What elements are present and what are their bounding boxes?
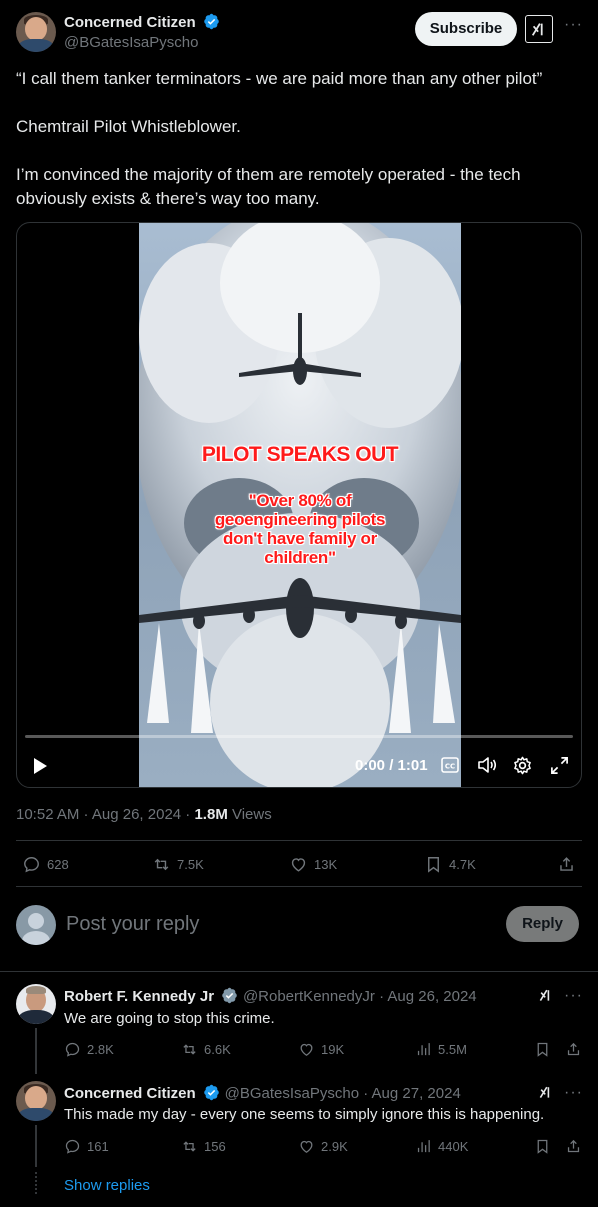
play-icon[interactable] xyxy=(31,757,49,775)
like-action[interactable]: 19K xyxy=(298,1041,344,1058)
verified-gray-badge-icon xyxy=(222,987,238,1004)
thread-dots xyxy=(35,1172,37,1194)
heart-icon xyxy=(300,1043,313,1056)
bookmark-action[interactable]: 4.7K xyxy=(424,855,476,874)
repost-icon xyxy=(183,1141,196,1152)
show-replies-link[interactable]: Show replies xyxy=(64,1177,150,1194)
reply-action[interactable]: 161 xyxy=(64,1138,109,1155)
views-count: 440K xyxy=(438,1139,469,1154)
divider xyxy=(16,886,582,887)
post-timestamp-row: 10:52 AM · Aug 26, 2024 · 1.8M Views xyxy=(16,806,272,823)
reply-action[interactable]: 628 xyxy=(22,855,69,874)
reply-author-name[interactable]: Robert F. Kennedy Jr xyxy=(64,988,214,1005)
author-name[interactable]: Concerned Citizen xyxy=(64,14,196,31)
author-avatar[interactable] xyxy=(16,12,56,52)
reply-avatar[interactable] xyxy=(16,984,56,1024)
share-icon[interactable] xyxy=(565,1138,582,1155)
reply-text: We are going to stop this crime. xyxy=(64,1010,275,1027)
reply-meta[interactable]: @RobertKennedyJr · Aug 26, 2024 xyxy=(243,988,477,1005)
reply-header: Concerned Citizen @BGatesIsaPyscho · Aug… xyxy=(64,1084,461,1103)
thread-line xyxy=(35,1028,37,1074)
reply-count: 2.8K xyxy=(87,1042,114,1057)
reply-action[interactable]: 2.8K xyxy=(64,1041,114,1058)
video-overlay-quote: "Over 80% of geoengineering pilots don't… xyxy=(214,491,386,567)
post-timestamp[interactable]: 10:52 AM · Aug 26, 2024 · xyxy=(16,806,194,823)
current-user-avatar[interactable] xyxy=(16,905,56,945)
reply-text: This made my day - every one seems to si… xyxy=(64,1106,545,1123)
grok-icon[interactable] xyxy=(538,1084,554,1100)
captions-icon[interactable]: CC xyxy=(441,757,459,773)
settings-gear-icon[interactable] xyxy=(513,756,532,775)
grok-icon xyxy=(531,23,543,36)
repost-icon xyxy=(154,858,169,871)
repost-icon xyxy=(183,1044,196,1055)
views-count: 1.8M xyxy=(194,806,228,823)
heart-icon xyxy=(300,1140,313,1153)
views-count: 5.5M xyxy=(438,1042,467,1057)
reply-icon xyxy=(65,1042,80,1057)
grok-icon[interactable] xyxy=(538,987,554,1003)
volume-icon[interactable] xyxy=(477,756,497,774)
video-progress-track[interactable] xyxy=(25,735,573,738)
repost-action[interactable]: 156 xyxy=(181,1138,226,1155)
reply-meta[interactable]: @BGatesIsaPyscho · Aug 27, 2024 xyxy=(225,1085,461,1102)
share-icon xyxy=(560,857,573,871)
reply-count: 161 xyxy=(87,1139,109,1154)
more-options-icon[interactable]: ··· xyxy=(564,1084,583,1102)
fullscreen-icon[interactable] xyxy=(550,756,569,775)
author-handle[interactable]: @BGatesIsaPyscho xyxy=(64,34,198,51)
reply-icon xyxy=(24,857,39,873)
repost-count: 7.5K xyxy=(177,857,204,872)
reply-author-name[interactable]: Concerned Citizen xyxy=(64,1085,196,1102)
bookmark-count: 4.7K xyxy=(449,857,476,872)
more-options-icon[interactable]: ··· xyxy=(564,16,583,34)
repost-count: 6.6K xyxy=(204,1042,231,1057)
views-action[interactable]: 5.5M xyxy=(415,1041,467,1058)
analytics-icon xyxy=(417,1043,430,1056)
subscribe-button[interactable]: Subscribe xyxy=(415,12,517,46)
views-action[interactable]: 440K xyxy=(415,1138,468,1155)
divider xyxy=(16,840,582,841)
share-icon[interactable] xyxy=(565,1041,582,1058)
reply-header: Robert F. Kennedy Jr @RobertKennedyJr · … xyxy=(64,987,477,1006)
divider xyxy=(0,971,598,972)
svg-text:CC: CC xyxy=(445,763,455,771)
more-options-icon[interactable]: ··· xyxy=(564,987,583,1005)
repost-action[interactable]: 6.6K xyxy=(181,1041,231,1058)
bookmark-icon[interactable] xyxy=(534,1138,551,1155)
verified-badge-icon xyxy=(204,1084,219,1101)
like-count: 19K xyxy=(321,1042,345,1057)
tweet-text-line3: I’m convinced the majority of them are r… xyxy=(16,165,521,208)
author-name-row[interactable]: Concerned Citizen xyxy=(64,13,220,32)
repost-count: 156 xyxy=(204,1139,226,1154)
reply-avatar[interactable] xyxy=(16,1081,56,1121)
like-count: 2.9K xyxy=(321,1139,348,1154)
like-count: 13K xyxy=(314,857,338,872)
share-action[interactable] xyxy=(557,855,576,874)
like-action[interactable]: 13K xyxy=(289,855,337,874)
heart-icon xyxy=(291,858,306,872)
analytics-icon xyxy=(417,1140,430,1153)
grok-button[interactable] xyxy=(525,15,553,43)
like-action[interactable]: 2.9K xyxy=(298,1138,348,1155)
reply-button[interactable]: Reply xyxy=(506,906,579,942)
video-overlay-title: PILOT SPEAKS OUT xyxy=(201,443,399,466)
views-label: Views xyxy=(227,806,272,823)
reply-count: 628 xyxy=(47,857,69,872)
tweet-text-line1: “I call them tanker terminators - we are… xyxy=(16,69,543,88)
reply-icon xyxy=(65,1139,80,1154)
tweet-text-line2: Chemtrail Pilot Whistleblower. xyxy=(16,117,241,136)
bookmark-icon[interactable] xyxy=(534,1041,551,1058)
verified-badge-icon xyxy=(204,13,219,30)
thread-line xyxy=(35,1125,37,1167)
video-time: 0:00 / 1:01 xyxy=(355,757,428,774)
bookmark-icon xyxy=(428,857,439,873)
reply-input[interactable]: Post your reply xyxy=(66,913,486,936)
video-player[interactable]: PILOT SPEAKS OUT "Over 80% of geoenginee… xyxy=(16,222,582,788)
repost-action[interactable]: 7.5K xyxy=(152,855,204,874)
